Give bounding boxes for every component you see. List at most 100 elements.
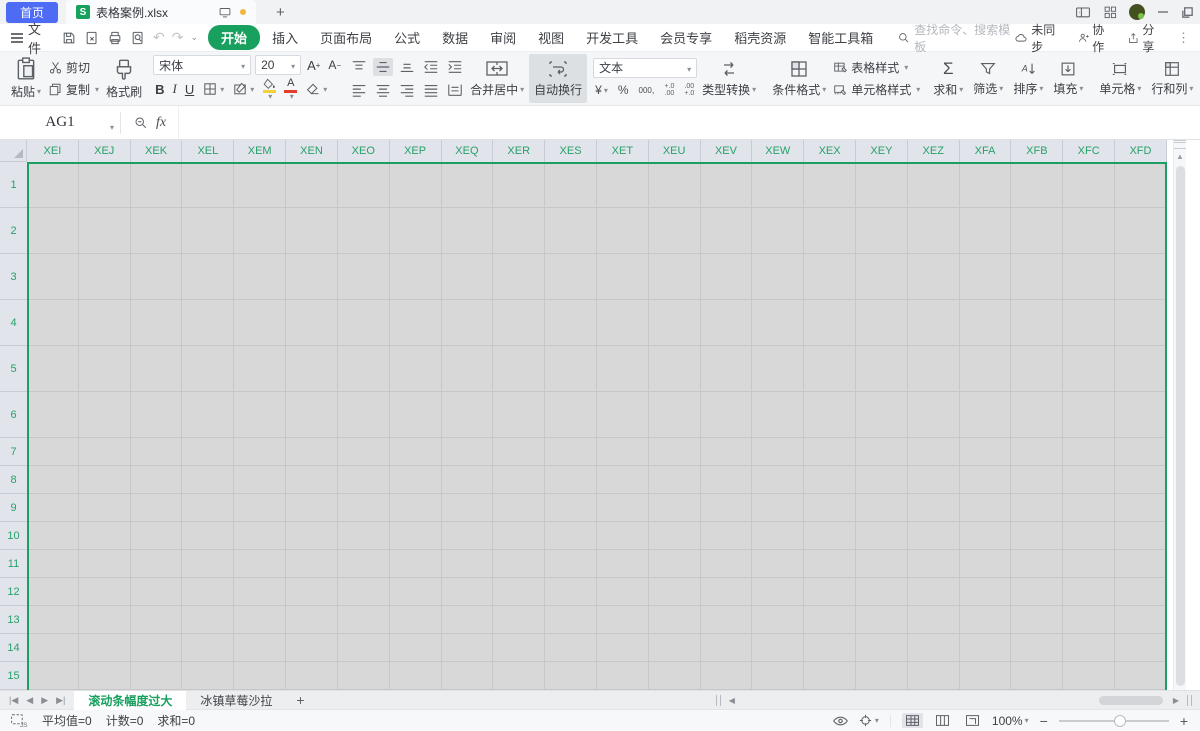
- sort-button[interactable]: A 排序: [1008, 54, 1048, 103]
- cell-XFD11[interactable]: [1115, 550, 1167, 577]
- cell-XEW5[interactable]: [752, 346, 805, 391]
- more-options-icon[interactable]: ⋮: [1177, 30, 1190, 46]
- cell-XFD12[interactable]: [1115, 578, 1167, 605]
- quick-access-dropdown-icon[interactable]: ⌄: [191, 32, 199, 43]
- output-pdf-icon[interactable]: [84, 30, 100, 46]
- cell-XFC15[interactable]: [1063, 662, 1116, 689]
- cell-XEW3[interactable]: [752, 254, 805, 299]
- zoom-out-button[interactable]: −: [1038, 713, 1050, 729]
- cell-XEY12[interactable]: [856, 578, 908, 605]
- cell-XEO6[interactable]: [338, 392, 390, 437]
- cell-XEI11[interactable]: [27, 550, 79, 577]
- cell-XFC9[interactable]: [1063, 494, 1116, 521]
- cell-XEZ6[interactable]: [908, 392, 960, 437]
- cell-XEU6[interactable]: [649, 392, 701, 437]
- cell-XFA3[interactable]: [960, 254, 1012, 299]
- cell-XEK5[interactable]: [131, 346, 183, 391]
- cell-XET1[interactable]: [597, 162, 649, 207]
- share-button[interactable]: 分享: [1127, 21, 1164, 55]
- cell-XEN11[interactable]: [286, 550, 338, 577]
- cell-XFA6[interactable]: [960, 392, 1012, 437]
- cell-XEY7[interactable]: [856, 438, 908, 465]
- cell-XES3[interactable]: [545, 254, 597, 299]
- cell-XEN1[interactable]: [286, 162, 338, 207]
- cell-XEU2[interactable]: [649, 208, 701, 253]
- cell-XEP3[interactable]: [390, 254, 442, 299]
- prev-sheet-icon[interactable]: ◀: [23, 695, 36, 706]
- cell-XEN7[interactable]: [286, 438, 338, 465]
- font-family-select[interactable]: 宋体: [153, 55, 252, 76]
- cell-XFB14[interactable]: [1011, 634, 1064, 661]
- cell-XEV14[interactable]: [701, 634, 753, 661]
- cell-XEI1[interactable]: [27, 162, 79, 207]
- column-header-XER[interactable]: XER: [493, 140, 546, 162]
- cell-XFA5[interactable]: [960, 346, 1012, 391]
- cell-XER6[interactable]: [493, 392, 546, 437]
- increase-font-size-icon[interactable]: A +: [305, 57, 322, 74]
- cell-XEM4[interactable]: [234, 300, 287, 345]
- cell-XET5[interactable]: [597, 346, 649, 391]
- menu-tab-公式[interactable]: 公式: [384, 25, 430, 50]
- cell-XER1[interactable]: [493, 162, 546, 207]
- cell-XEK4[interactable]: [131, 300, 183, 345]
- cell-XEZ9[interactable]: [908, 494, 960, 521]
- cell-XEL7[interactable]: [182, 438, 235, 465]
- row-header-7[interactable]: 7: [0, 438, 27, 466]
- cell-XEO4[interactable]: [338, 300, 390, 345]
- redo-icon[interactable]: ↷: [172, 29, 184, 46]
- cell-XEK7[interactable]: [131, 438, 183, 465]
- cell-XEJ3[interactable]: [79, 254, 131, 299]
- cell-XET13[interactable]: [597, 606, 649, 633]
- cell-XEO11[interactable]: [338, 550, 390, 577]
- add-sheet-button[interactable]: +: [286, 692, 314, 708]
- format-painter-button[interactable]: 格式刷: [101, 54, 147, 103]
- cell-XEJ9[interactable]: [79, 494, 131, 521]
- cell-XEO9[interactable]: [338, 494, 390, 521]
- currency-format-icon[interactable]: ¥: [593, 82, 610, 98]
- cell-XFC2[interactable]: [1063, 208, 1116, 253]
- save-icon[interactable]: [61, 30, 77, 46]
- thousands-format-icon[interactable]: 000,: [637, 84, 657, 96]
- cell-XEM8[interactable]: [234, 466, 287, 493]
- horizontal-split-handle-2[interactable]: [1187, 694, 1192, 706]
- number-format-select[interactable]: 文本: [593, 57, 698, 78]
- cell-XER12[interactable]: [493, 578, 546, 605]
- cell-XEW14[interactable]: [752, 634, 805, 661]
- cell-XEN6[interactable]: [286, 392, 338, 437]
- cell-XET4[interactable]: [597, 300, 649, 345]
- cell-XFB6[interactable]: [1011, 392, 1064, 437]
- name-box[interactable]: AG1: [0, 110, 120, 136]
- scroll-right-icon[interactable]: ▶: [1169, 696, 1183, 705]
- cell-XEO12[interactable]: [338, 578, 390, 605]
- cell-XER2[interactable]: [493, 208, 546, 253]
- cell-XET2[interactable]: [597, 208, 649, 253]
- menu-tab-开始[interactable]: 开始: [208, 25, 261, 50]
- cell-XEJ12[interactable]: [79, 578, 131, 605]
- cell-XEV15[interactable]: [701, 662, 753, 689]
- cell-XEP11[interactable]: [390, 550, 442, 577]
- cell-XEM11[interactable]: [234, 550, 287, 577]
- cell-XEK12[interactable]: [131, 578, 183, 605]
- cell-XEO1[interactable]: [338, 162, 390, 207]
- cell-XEX11[interactable]: [804, 550, 856, 577]
- align-bottom-icon[interactable]: [397, 58, 417, 76]
- cell-XEM1[interactable]: [234, 162, 287, 207]
- decrease-decimal-icon[interactable]: .00 +.0: [682, 82, 696, 99]
- restore-window-icon[interactable]: [1181, 6, 1194, 19]
- cell-XEM13[interactable]: [234, 606, 287, 633]
- cell-XEK15[interactable]: [131, 662, 183, 689]
- cell-XEL5[interactable]: [182, 346, 235, 391]
- cell-XEJ15[interactable]: [79, 662, 131, 689]
- row-header-9[interactable]: 9: [0, 494, 27, 522]
- cell-XEJ4[interactable]: [79, 300, 131, 345]
- cell-XEO2[interactable]: [338, 208, 390, 253]
- cell-XEL4[interactable]: [182, 300, 235, 345]
- cell-XEK2[interactable]: [131, 208, 183, 253]
- cell-XEK14[interactable]: [131, 634, 183, 661]
- cell-XEJ8[interactable]: [79, 466, 131, 493]
- eye-protect-icon[interactable]: [832, 714, 849, 728]
- zoom-level-select[interactable]: 100%: [992, 714, 1029, 728]
- cell-XEY3[interactable]: [856, 254, 908, 299]
- cell-XEM14[interactable]: [234, 634, 287, 661]
- cell-XFD13[interactable]: [1115, 606, 1167, 633]
